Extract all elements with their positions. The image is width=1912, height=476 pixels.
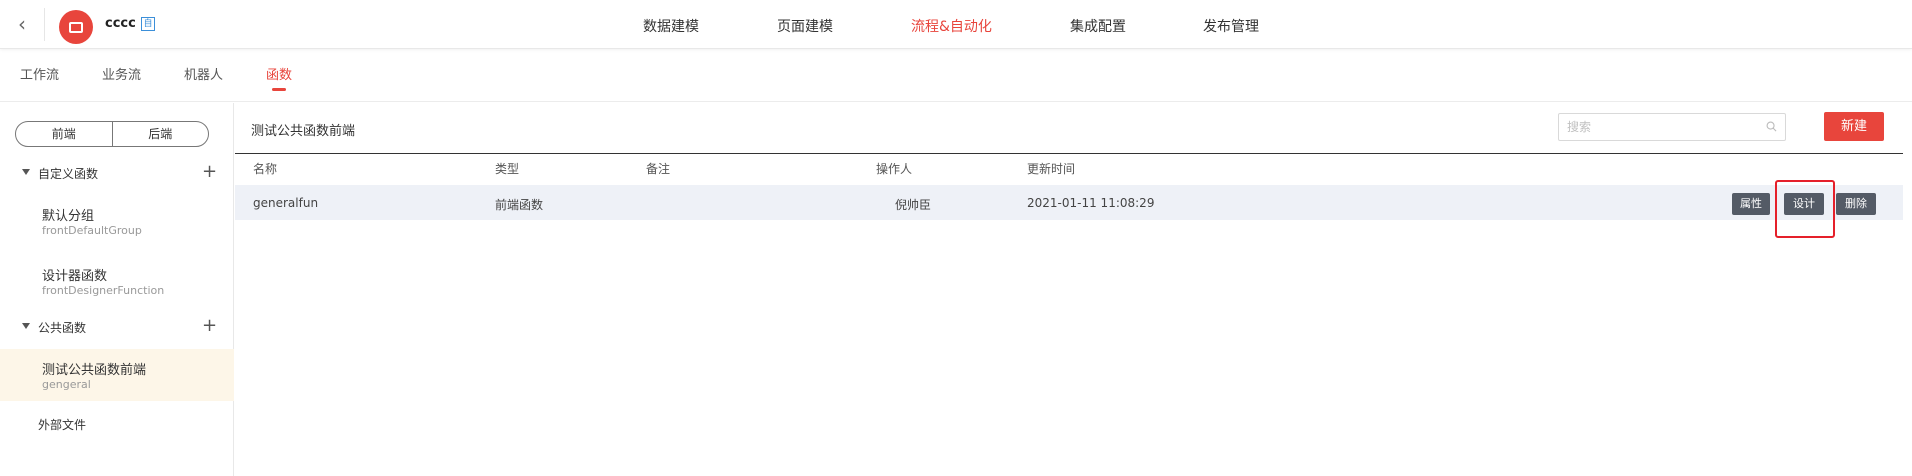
toggle-backend[interactable]: 后端	[113, 122, 209, 146]
tab-functions-label: 函数	[266, 68, 293, 83]
nav-integration-config[interactable]: 集成配置	[1070, 16, 1126, 36]
add-icon[interactable]: +	[202, 316, 217, 336]
main-content: 测试公共函数前端 新建 名称 类型 备注 操作人 更新时间 generalfun…	[235, 103, 1912, 476]
col-name: 名称	[253, 162, 278, 176]
back-icon[interactable]: ‹	[12, 13, 32, 35]
item-name: 设计器函数	[42, 269, 108, 284]
add-icon[interactable]: +	[202, 162, 217, 182]
cell-updated: 2021-01-11 11:08:29	[1027, 196, 1155, 210]
frontend-backend-toggle: 前端 后端	[15, 121, 209, 147]
col-type: 类型	[495, 162, 520, 176]
search-icon[interactable]	[1766, 121, 1777, 132]
cell-type: 前端函数	[495, 198, 544, 212]
cell-operator: 倪帅臣	[895, 198, 932, 212]
section-title: 自定义函数	[38, 167, 99, 181]
item-code: frontDesignerFunction	[42, 284, 165, 297]
sidebar-item-external-files[interactable]: 外部文件	[38, 416, 86, 433]
new-button[interactable]: 新建	[1824, 112, 1884, 141]
active-tab-indicator	[272, 88, 286, 91]
item-name: 默认分组	[42, 209, 95, 224]
nav-data-modeling[interactable]: 数据建模	[643, 16, 699, 36]
item-name: 测试公共函数前端	[42, 363, 147, 378]
search-box	[1558, 113, 1786, 141]
section-custom-functions[interactable]: 自定义函数 +	[0, 162, 234, 185]
tab-business-flow[interactable]: 业务流	[102, 64, 141, 83]
col-updated: 更新时间	[1027, 162, 1076, 176]
toggle-frontend[interactable]: 前端	[16, 122, 113, 146]
app-badge-icon[interactable]: 自	[141, 17, 155, 31]
search-input[interactable]	[1559, 114, 1749, 140]
page-title: 测试公共函数前端	[251, 124, 356, 139]
tab-functions[interactable]: 函数	[266, 64, 293, 91]
item-code: gengeral	[42, 378, 91, 391]
tab-robot[interactable]: 机器人	[184, 64, 223, 83]
caret-down-icon	[22, 169, 30, 175]
function-sidebar: 前端 后端 自定义函数 + 默认分组 frontDefaultGroup 设计器…	[0, 103, 234, 476]
scrollbar[interactable]	[1902, 0, 1912, 160]
highlight-annotation	[1775, 180, 1835, 238]
divider	[44, 8, 45, 41]
cell-name: generalfun	[253, 196, 319, 210]
col-note: 备注	[646, 162, 671, 176]
nav-process-automation[interactable]: 流程&自动化	[911, 16, 992, 36]
col-operator: 操作人	[876, 162, 913, 176]
nav-page-modeling[interactable]: 页面建模	[777, 16, 833, 36]
tab-workflow[interactable]: 工作流	[20, 64, 59, 83]
sub-tabs: 工作流 业务流 机器人 函数	[0, 50, 1912, 102]
table-header: 名称 类型 备注 操作人 更新时间	[235, 153, 1903, 176]
sidebar-item-default-group[interactable]: 默认分组 frontDefaultGroup	[0, 198, 234, 246]
caret-down-icon	[22, 323, 30, 329]
sidebar-item-designer-functions[interactable]: 设计器函数 frontDesignerFunction	[0, 256, 234, 304]
properties-button[interactable]: 属性	[1732, 193, 1770, 215]
sidebar-item-test-public-frontend[interactable]: 测试公共函数前端 gengeral	[0, 349, 234, 401]
app-logo	[59, 10, 93, 44]
section-title: 公共函数	[38, 321, 87, 335]
nav-release-management[interactable]: 发布管理	[1203, 16, 1259, 36]
section-public-functions[interactable]: 公共函数 +	[0, 316, 234, 339]
app-name: cccc	[105, 16, 136, 31]
delete-button[interactable]: 删除	[1836, 193, 1876, 215]
top-header: ‹ cccc 自 数据建模 页面建模 流程&自动化 集成配置 发布管理	[0, 0, 1912, 49]
item-code: frontDefaultGroup	[42, 224, 142, 237]
table-row[interactable]: generalfun 前端函数 倪帅臣 2021-01-11 11:08:29 …	[235, 185, 1903, 220]
